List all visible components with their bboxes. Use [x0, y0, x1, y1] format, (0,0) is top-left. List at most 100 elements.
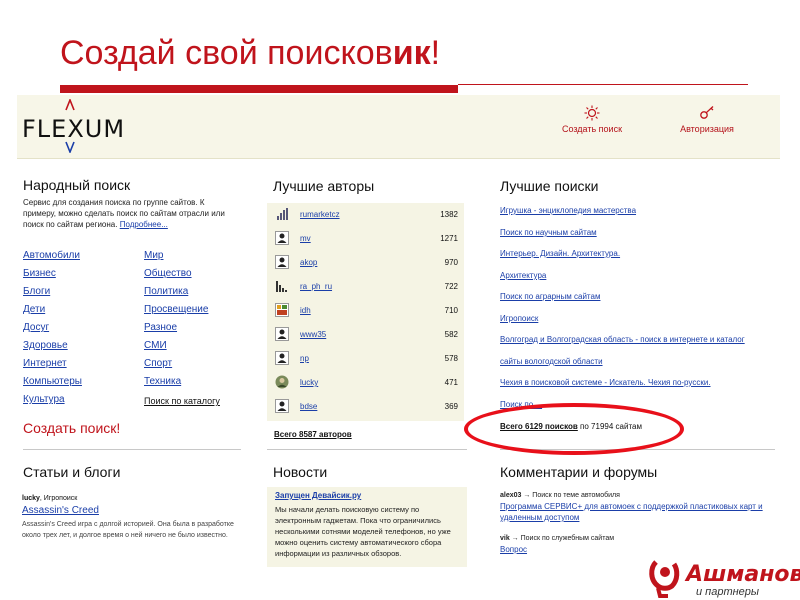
author-row: idh 710: [267, 299, 464, 323]
user-icon: [275, 231, 289, 245]
best-search-link[interactable]: Игрушка - энциклопедия мастерства: [500, 206, 636, 215]
sun-icon: [584, 105, 600, 121]
comment-user[interactable]: vik: [500, 535, 510, 542]
author-name[interactable]: mv: [300, 234, 311, 243]
article-text: Assassin's Creed игра с долгой историей.…: [22, 521, 234, 539]
author-name[interactable]: np: [300, 354, 309, 363]
author-name[interactable]: bdse: [300, 402, 317, 411]
best-search-link[interactable]: Игропоиск: [500, 314, 538, 323]
photo-icon: [275, 303, 289, 317]
author-count: 722: [444, 282, 458, 291]
comment-user[interactable]: alex03: [500, 492, 521, 499]
author-row: bdse 369: [267, 395, 464, 419]
category-link[interactable]: СМИ: [144, 340, 167, 351]
catalog-search-label: Поиск по каталогу: [144, 396, 220, 406]
user-icon: [275, 255, 289, 269]
user-icon: [275, 399, 289, 413]
avatar-icon: [275, 375, 289, 389]
article-author-name[interactable]: lucky: [22, 495, 40, 502]
category-link[interactable]: Автомобили: [23, 250, 80, 261]
site-header: FLEXUM Создать поиск Авторизация: [17, 95, 780, 159]
author-row: lucky 471: [267, 371, 464, 395]
category-link[interactable]: Здоровье: [23, 340, 68, 351]
title-rule-thick: [60, 85, 458, 93]
user-icon: [275, 351, 289, 365]
author-name[interactable]: lucky: [300, 378, 318, 387]
header-create-search[interactable]: Создать поиск: [557, 105, 627, 134]
brand-logo: Ашманов® и партнеры: [648, 558, 800, 600]
author-name[interactable]: rumarketcz: [300, 210, 340, 219]
best-search-link[interactable]: Волгоград и Волгоградская область - поис…: [500, 335, 745, 344]
comment-meta: alex03 → Поиск по теме автомобиля: [500, 492, 620, 499]
author-name[interactable]: ra_ph_ru: [300, 282, 332, 291]
best-search-link[interactable]: Поиск по научным сайтам: [500, 228, 597, 237]
author-row: www35 582: [267, 323, 464, 347]
people-search-description: Сервис для создания поиска по группе сай…: [23, 197, 235, 230]
comment-link[interactable]: Программа СЕРВИС+ для автомоек с поддерж…: [500, 501, 775, 523]
news-title: Новости: [273, 464, 328, 480]
category-link[interactable]: Бизнес: [23, 268, 56, 279]
create-search-link[interactable]: Создать поиск!: [23, 420, 120, 436]
slide-title-bold: ик: [392, 34, 431, 72]
author-name[interactable]: akop: [300, 258, 317, 267]
author-count: 369: [444, 402, 458, 411]
site-logo[interactable]: FLEXUM: [22, 99, 132, 155]
category-link[interactable]: Интернет: [23, 358, 67, 369]
category-link[interactable]: Компьютеры: [23, 376, 82, 387]
brand-subtitle: и партнеры: [696, 586, 760, 598]
best-search-link[interactable]: Чехия в поисковой системе - Искатель. Че…: [500, 378, 711, 387]
best-search-link[interactable]: Интерьер. Дизайн. Архитектура.: [500, 249, 620, 258]
slide-title-end: !: [430, 34, 441, 72]
chart-icon: [276, 281, 287, 292]
author-count: 582: [444, 330, 458, 339]
best-authors-title: Лучшие авторы: [273, 178, 375, 194]
best-search-link[interactable]: Архитектура: [500, 271, 546, 280]
article-author-suffix: , Игропоиск: [39, 495, 78, 502]
section-divider: [23, 449, 241, 450]
comments-title: Комментарии и форумы: [500, 464, 658, 480]
people-search-title: Народный поиск: [23, 177, 131, 193]
slide-title: Создай свой поисковик!: [60, 34, 440, 73]
articles-title: Статьи и блоги: [23, 464, 121, 480]
best-search-link[interactable]: Поиск по аграрным сайтам: [500, 292, 600, 301]
best-search-link[interactable]: сайты вологодской области: [500, 357, 603, 366]
category-link[interactable]: Политика: [144, 286, 188, 297]
category-link[interactable]: Блоги: [23, 286, 50, 297]
logo-text: FLEXUM: [22, 115, 126, 143]
category-link[interactable]: Техника: [144, 376, 181, 387]
comment-link[interactable]: Вопрос: [500, 544, 775, 555]
category-link[interactable]: Культура: [23, 394, 65, 405]
author-row: np 578: [267, 347, 464, 371]
category-link[interactable]: Разное: [144, 322, 177, 333]
highlight-oval: [464, 403, 684, 455]
arrow-up-icon: [65, 99, 75, 111]
slide-title-main: Создай свой поисков: [60, 34, 393, 72]
author-row: ra_ph_ru 722: [267, 275, 464, 299]
best-searches-title: Лучшие поиски: [500, 178, 599, 194]
article-link[interactable]: Assassin's Creed: [22, 505, 99, 516]
more-link[interactable]: Подробнее...: [120, 220, 168, 229]
arrow-down-icon: [65, 141, 75, 153]
header-authorization[interactable]: Авторизация: [677, 105, 737, 134]
category-link[interactable]: Досуг: [23, 322, 49, 333]
author-count: 1382: [440, 210, 458, 219]
user-icon: [275, 327, 289, 341]
category-link[interactable]: Общество: [144, 268, 192, 279]
section-divider: [267, 449, 467, 450]
chart-icon: [277, 208, 288, 220]
news-text: Мы начали делать поисковую систему по эл…: [275, 505, 451, 558]
category-link[interactable]: Просвещение: [144, 304, 208, 315]
brand-name: Ашманов®: [686, 562, 800, 587]
authors-list: rumarketcz 1382 mv 1271 akop 970 ra_ph_r…: [267, 203, 464, 421]
author-name[interactable]: idh: [300, 306, 311, 315]
category-link[interactable]: Дети: [23, 304, 45, 315]
category-link[interactable]: Спорт: [144, 358, 172, 369]
news-headline-link[interactable]: Запущен Девайсик.ру: [275, 491, 361, 500]
category-link[interactable]: Мир: [144, 250, 163, 261]
authors-total-link[interactable]: Всего 8587 авторов: [274, 430, 352, 439]
key-icon: [700, 106, 714, 119]
article-author: lucky, Игропоиск: [22, 495, 77, 502]
author-row: mv 1271: [267, 227, 464, 251]
catalog-search-link[interactable]: Поиск по каталогу: [144, 396, 220, 406]
author-name[interactable]: www35: [300, 330, 326, 339]
